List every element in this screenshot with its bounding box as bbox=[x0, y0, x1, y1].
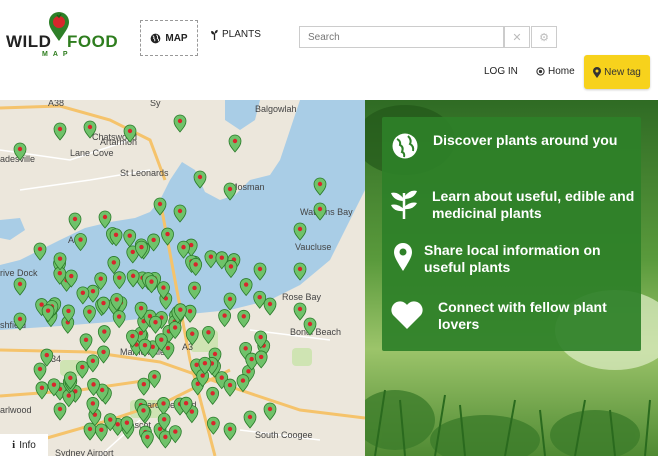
map-info-button[interactable]: i Info bbox=[0, 434, 48, 456]
location-pin-icon bbox=[394, 243, 412, 271]
plant-marker-icon bbox=[53, 122, 67, 141]
map-view[interactable]: Chatswood Balgowlah Artarmon Lane Cove St Le… bbox=[0, 100, 365, 456]
home-link[interactable]: Home bbox=[536, 66, 575, 77]
plant-marker-icon bbox=[68, 212, 82, 231]
home-label: Home bbox=[548, 66, 575, 77]
plant-marker-icon bbox=[243, 410, 257, 429]
map-label: Sy bbox=[150, 100, 161, 108]
leaf-icon bbox=[391, 190, 417, 219]
plant-marker-icon bbox=[237, 309, 251, 328]
globe-icon bbox=[151, 33, 161, 43]
sprout-icon bbox=[211, 29, 218, 40]
map-label: rive Dock bbox=[0, 268, 38, 278]
features-panel: Discover plants around you Learn about u… bbox=[382, 117, 641, 351]
plant-marker-icon bbox=[173, 114, 187, 133]
plant-marker-icon bbox=[168, 425, 182, 444]
heart-icon bbox=[391, 301, 423, 329]
plant-marker-icon bbox=[148, 370, 161, 389]
map-canvas[interactable]: ChatswoodBalgowlahArtarmonLane CoveSt Le… bbox=[0, 100, 365, 456]
map-label: St Leonards bbox=[120, 168, 169, 178]
map-label: Watsons Bay bbox=[300, 207, 353, 217]
globe-icon bbox=[392, 133, 418, 159]
map-label: Lane Cove bbox=[70, 148, 114, 158]
plant-marker-icon bbox=[206, 386, 220, 405]
map-label: South Coogee bbox=[255, 430, 313, 440]
plant-marker-icon bbox=[53, 402, 67, 421]
nav-map-button[interactable]: MAP bbox=[140, 20, 198, 56]
plant-marker-icon bbox=[33, 362, 47, 381]
gear-icon: ⚙ bbox=[539, 31, 549, 44]
close-icon: ✕ bbox=[512, 31, 522, 44]
new-tag-button[interactable]: New tag bbox=[584, 55, 650, 89]
plant-marker-icon bbox=[97, 325, 111, 344]
new-tag-label: New tag bbox=[604, 66, 641, 78]
map-label: Balgowlah bbox=[255, 104, 297, 114]
clear-search-button[interactable]: ✕ bbox=[504, 26, 530, 48]
search-settings-button[interactable]: ⚙ bbox=[531, 26, 557, 48]
plant-marker-icon bbox=[35, 381, 49, 400]
plant-marker-icon bbox=[97, 345, 110, 364]
plant-marker-icon bbox=[137, 377, 151, 396]
plant-marker-icon bbox=[223, 378, 237, 397]
feature-discover-text: Discover plants around you bbox=[433, 132, 618, 148]
plant-marker-icon bbox=[228, 134, 242, 153]
plant-marker-icon bbox=[149, 315, 162, 334]
plant-marker-icon bbox=[254, 350, 268, 369]
map-label: Bondi Beach bbox=[290, 327, 341, 337]
nav-plants-label: PLANTS bbox=[222, 29, 261, 40]
search-input[interactable] bbox=[299, 26, 504, 48]
plant-marker-icon bbox=[263, 297, 277, 316]
feature-share-text: Share local information on useful plants bbox=[424, 242, 601, 275]
feature-connect-text: Connect with fellow plant lovers bbox=[438, 299, 607, 332]
login-link[interactable]: LOG IN bbox=[484, 66, 518, 77]
logo-food-text: FOOD bbox=[67, 32, 119, 51]
feature-learn-text: Learn about useful, edible and medicinal… bbox=[432, 188, 635, 221]
map-marker-icon bbox=[593, 66, 602, 78]
map-label: Rose Bay bbox=[282, 292, 322, 302]
header: WILD FOOD MAP MAP PLANTS ✕ ⚙ LOG IN bbox=[0, 0, 658, 100]
logo-wild-text: WILD bbox=[6, 32, 52, 51]
plant-marker-icon bbox=[263, 402, 277, 421]
plant-marker-icon bbox=[86, 354, 100, 373]
map-info-label: Info bbox=[19, 439, 36, 451]
map-label: arlwood bbox=[0, 405, 32, 415]
plant-marker-icon bbox=[140, 430, 154, 449]
nav-map-label: MAP bbox=[165, 32, 188, 44]
info-icon: i bbox=[12, 439, 16, 451]
map-label: Vaucluse bbox=[295, 242, 331, 252]
plant-marker-icon bbox=[79, 333, 93, 352]
plant-marker-icon bbox=[83, 422, 97, 441]
map-label: A38 bbox=[48, 100, 64, 108]
logo-map-text: MAP bbox=[42, 51, 73, 58]
wild-food-map-logo[interactable]: WILD FOOD MAP bbox=[6, 10, 119, 60]
map-label: Sydney Airport bbox=[55, 448, 114, 456]
plant-marker-icon bbox=[293, 302, 307, 321]
plant-marker-icon bbox=[218, 309, 232, 328]
plant-marker-icon bbox=[94, 423, 108, 442]
plant-marker-icon bbox=[112, 310, 126, 329]
target-icon bbox=[536, 67, 545, 76]
plant-marker-icon bbox=[223, 422, 237, 441]
nav-plants-button[interactable]: PLANTS bbox=[210, 29, 261, 40]
